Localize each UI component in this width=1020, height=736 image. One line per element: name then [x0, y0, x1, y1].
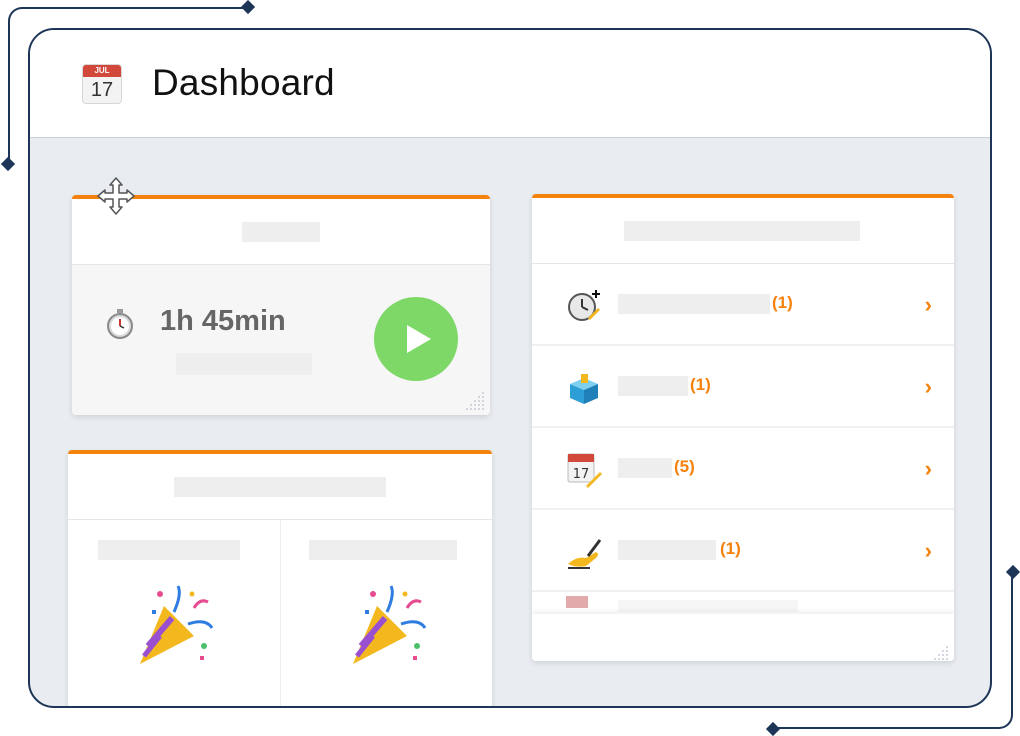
widget-title-placeholder	[242, 222, 320, 242]
stopwatch-icon	[107, 309, 133, 339]
start-timer-button[interactable]	[374, 297, 458, 381]
page-header: JUL 17 Dashboard	[30, 30, 990, 138]
play-icon	[407, 325, 431, 353]
celebration-column	[280, 520, 492, 706]
timer-label-placeholder	[176, 353, 312, 375]
task-count: (5)	[674, 457, 695, 476]
task-count: (1)	[690, 375, 711, 394]
calendar-edit-icon: 17	[567, 453, 602, 488]
chevron-right-icon: ›	[924, 292, 932, 317]
resize-handle-icon[interactable]	[462, 387, 486, 411]
move-cursor-icon	[97, 177, 135, 215]
ballot-box-icon	[570, 374, 598, 404]
widget-title-placeholder	[624, 221, 860, 241]
task-label-placeholder	[618, 540, 716, 560]
celebration-label-placeholder	[309, 540, 457, 560]
task-label-placeholder	[618, 376, 688, 396]
widget-title-placeholder	[174, 477, 386, 497]
tasks-widget: (1) › (1) › 17 (5) › (1) ›	[532, 194, 954, 661]
dashboard-window: JUL 17 Dashboard 1h 45min (1) › (1) › 17…	[28, 28, 992, 708]
task-icon-partial	[566, 596, 588, 608]
task-label-placeholder	[618, 600, 798, 612]
task-item-partial	[532, 592, 954, 612]
timer-duration: 1h 45min	[160, 305, 286, 337]
task-item-signature[interactable]: (1) ›	[532, 510, 954, 592]
task-item-ballot[interactable]: (1) ›	[532, 346, 954, 428]
chevron-right-icon: ›	[924, 538, 932, 563]
celebration-column	[68, 520, 280, 706]
widget-footer	[532, 614, 954, 661]
writing-hand-icon	[568, 539, 602, 569]
task-item-calendar[interactable]: 17 (5) ›	[532, 428, 954, 510]
svg-text:17: 17	[573, 467, 590, 482]
widget-header	[532, 198, 954, 264]
clock-add-icon	[568, 290, 600, 321]
party-popper-icon	[140, 585, 214, 664]
task-count: (1)	[772, 293, 793, 312]
task-item-clock[interactable]: (1) ›	[532, 264, 954, 346]
task-label-placeholder	[618, 294, 770, 314]
widget-header	[68, 454, 492, 520]
celebration-label-placeholder	[98, 540, 240, 560]
timer-widget: 1h 45min	[72, 195, 490, 415]
chevron-right-icon: ›	[924, 456, 932, 481]
party-popper-icon	[353, 585, 427, 664]
celebrations-body	[68, 520, 492, 706]
celebrations-widget	[68, 450, 492, 706]
chevron-right-icon: ›	[924, 374, 932, 399]
timer-body: 1h 45min	[72, 265, 490, 415]
task-label-placeholder	[618, 458, 672, 478]
task-list: (1) › (1) › 17 (5) › (1) ›	[532, 264, 954, 592]
page-title: Dashboard	[152, 62, 335, 103]
task-count: (1)	[720, 539, 741, 558]
resize-handle-icon[interactable]	[926, 641, 950, 661]
calendar-icon: JUL 17	[82, 64, 122, 104]
